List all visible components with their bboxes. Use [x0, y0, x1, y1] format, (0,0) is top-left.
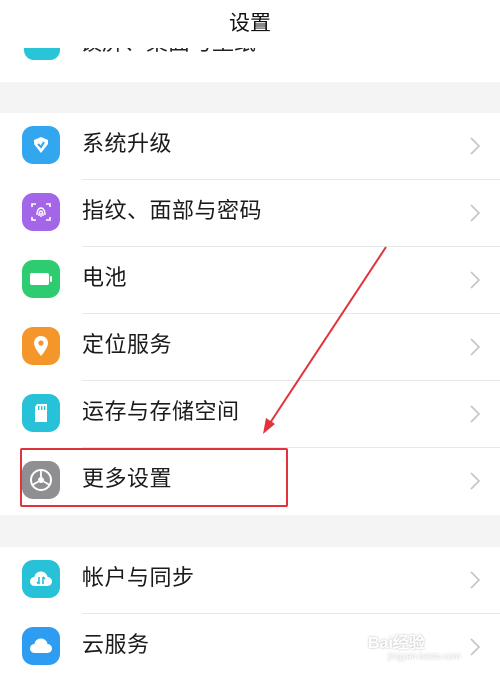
title-bar: 设置 — [0, 0, 500, 49]
settings-row-label: 帐户与同步 — [82, 566, 195, 591]
page-title: 设置 — [229, 11, 271, 35]
settings-row-location[interactable]: 定位服务 — [0, 314, 500, 381]
fingerprint-icon — [22, 193, 60, 231]
gear-icon — [22, 461, 60, 499]
settings-row-label: 系统升级 — [82, 132, 173, 157]
cloud-icon — [22, 627, 60, 665]
location-pin-icon — [22, 327, 60, 365]
settings-row-label: 更多设置 — [82, 467, 173, 492]
chevron-right-icon — [470, 405, 480, 423]
settings-row-storage[interactable]: 运存与存储空间 — [0, 381, 500, 448]
chevron-right-icon — [470, 472, 480, 490]
settings-row-label: 云服务 — [82, 633, 150, 658]
chevron-right-icon — [470, 271, 480, 289]
settings-row-label: 定位服务 — [82, 333, 173, 358]
settings-group-accounts: 帐户与同步 云服务 — [0, 547, 500, 681]
theme-icon — [24, 48, 60, 60]
settings-row-label: 指纹、面部与密码 — [82, 199, 263, 224]
settings-row-battery[interactable]: 电池 — [0, 247, 500, 314]
settings-row-partial[interactable]: 锁屏、桌面与壁纸 — [0, 48, 500, 82]
chevron-right-icon — [470, 204, 480, 222]
settings-row-system-update[interactable]: 系统升级 — [0, 113, 500, 180]
settings-row-more-settings[interactable]: 更多设置 — [0, 448, 500, 515]
chevron-right-icon — [470, 571, 480, 589]
battery-icon — [22, 260, 60, 298]
chevron-right-icon — [470, 638, 480, 656]
account-sync-icon — [22, 560, 60, 598]
settings-row-cloud-service[interactable]: 云服务 — [0, 614, 500, 681]
settings-group-system: 系统升级 指纹、面部与密码 电池 定位服务 运存与存储空间 更多设置 — [0, 113, 500, 515]
sd-card-icon — [22, 394, 60, 432]
system-update-icon — [22, 126, 60, 164]
settings-row-label: 电池 — [82, 266, 128, 291]
settings-row-fingerprint[interactable]: 指纹、面部与密码 — [0, 180, 500, 247]
chevron-right-icon — [470, 338, 480, 356]
settings-row-label: 锁屏、桌面与壁纸 — [80, 48, 256, 59]
settings-row-label: 运存与存储空间 — [82, 400, 240, 425]
chevron-right-icon — [470, 137, 480, 155]
settings-row-account-sync[interactable]: 帐户与同步 — [0, 547, 500, 614]
